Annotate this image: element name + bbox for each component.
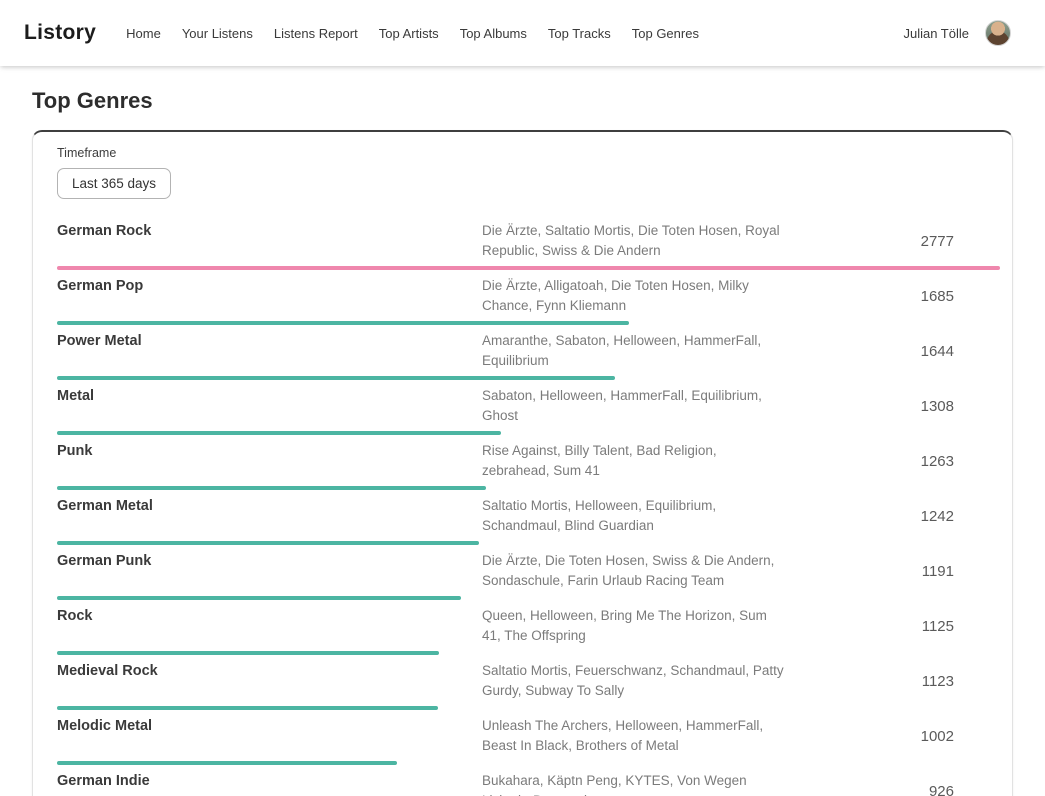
genre-count: 1191 <box>787 563 1000 580</box>
app-logo[interactable]: Listory <box>24 21 96 45</box>
genre-artists: Sabaton, Helloween, HammerFall, Equilibr… <box>482 386 787 426</box>
genre-bar <box>57 486 486 490</box>
genre-name: German Punk <box>57 551 482 571</box>
nav-item-top-tracks[interactable]: Top Tracks <box>548 26 611 41</box>
genre-bar <box>57 376 615 380</box>
user-menu[interactable]: Julian Tölle <box>903 20 1011 46</box>
genre-row: German PunkDie Ärzte, Die Toten Hosen, S… <box>57 551 1000 600</box>
genre-artists: Unleash The Archers, Helloween, HammerFa… <box>482 716 787 756</box>
genre-bar <box>57 651 439 655</box>
genre-artists: Queen, Helloween, Bring Me The Horizon, … <box>482 606 787 646</box>
nav-item-top-genres[interactable]: Top Genres <box>632 26 699 41</box>
genre-row: German IndieBukahara, Käptn Peng, KYTES,… <box>57 771 1000 796</box>
genre-name: Metal <box>57 386 482 406</box>
genre-count: 1002 <box>787 728 1000 745</box>
main-nav: Home Your Listens Listens Report Top Artist… <box>126 26 903 41</box>
genre-artists: Saltatio Mortis, Feuerschwanz, Schandmau… <box>482 661 787 701</box>
genre-row: Power MetalAmaranthe, Sabaton, Helloween… <box>57 331 1000 380</box>
top-genres-card: Timeframe Last 365 days German RockDie Ä… <box>32 130 1013 796</box>
avatar[interactable] <box>985 20 1011 46</box>
nav-item-top-albums[interactable]: Top Albums <box>460 26 527 41</box>
genre-row: Medieval RockSaltatio Mortis, Feuerschwa… <box>57 661 1000 710</box>
genre-artists: Saltatio Mortis, Helloween, Equilibrium,… <box>482 496 787 536</box>
genre-bar <box>57 596 461 600</box>
user-name[interactable]: Julian Tölle <box>903 26 969 41</box>
genre-bar <box>57 706 438 710</box>
genre-list: German RockDie Ärzte, Saltatio Mortis, D… <box>57 221 1000 796</box>
genre-name: Medieval Rock <box>57 661 482 681</box>
genre-bar <box>57 431 501 435</box>
genre-row: German MetalSaltatio Mortis, Helloween, … <box>57 496 1000 545</box>
genre-count: 926 <box>787 783 1000 796</box>
nav-item-top-artists[interactable]: Top Artists <box>379 26 439 41</box>
genre-row: German PopDie Ärzte, Alligatoah, Die Tot… <box>57 276 1000 325</box>
top-nav: Listory Home Your Listens Listens Report To… <box>0 0 1045 66</box>
timeframe-label: Timeframe <box>57 146 1000 160</box>
genre-bar <box>57 321 629 325</box>
genre-count: 2777 <box>787 233 1000 250</box>
genre-artists: Amaranthe, Sabaton, Helloween, HammerFal… <box>482 331 787 371</box>
genre-name: Power Metal <box>57 331 482 351</box>
genre-row: PunkRise Against, Billy Talent, Bad Reli… <box>57 441 1000 490</box>
nav-item-listens-report[interactable]: Listens Report <box>274 26 358 41</box>
page-content: Top Genres Timeframe Last 365 days Germa… <box>0 66 1045 796</box>
genre-name: German Indie <box>57 771 482 791</box>
nav-item-home[interactable]: Home <box>126 26 161 41</box>
page-title: Top Genres <box>32 88 1013 114</box>
genre-name: Melodic Metal <box>57 716 482 736</box>
genre-bar <box>57 761 397 765</box>
genre-name: Rock <box>57 606 482 626</box>
genre-count: 1242 <box>787 508 1000 525</box>
genre-count: 1308 <box>787 398 1000 415</box>
genre-artists: Die Ärzte, Saltatio Mortis, Die Toten Ho… <box>482 221 787 261</box>
genre-bar <box>57 266 1000 270</box>
genre-artists: Die Ärzte, Die Toten Hosen, Swiss & Die … <box>482 551 787 591</box>
genre-count: 1644 <box>787 343 1000 360</box>
timeframe-select[interactable]: Last 365 days <box>57 168 171 199</box>
genre-name: German Rock <box>57 221 482 241</box>
genre-row: MetalSabaton, Helloween, HammerFall, Equ… <box>57 386 1000 435</box>
genre-count: 1125 <box>787 618 1000 635</box>
genre-name: Punk <box>57 441 482 461</box>
genre-row: German RockDie Ärzte, Saltatio Mortis, D… <box>57 221 1000 270</box>
nav-item-your-listens[interactable]: Your Listens <box>182 26 253 41</box>
genre-artists: Die Ärzte, Alligatoah, Die Toten Hosen, … <box>482 276 787 316</box>
genre-name: German Metal <box>57 496 482 516</box>
genre-name: German Pop <box>57 276 482 296</box>
genre-artists: Rise Against, Billy Talent, Bad Religion… <box>482 441 787 481</box>
genre-bar <box>57 541 479 545</box>
genre-count: 1685 <box>787 288 1000 305</box>
genre-row: RockQueen, Helloween, Bring Me The Horiz… <box>57 606 1000 655</box>
genre-count: 1263 <box>787 453 1000 470</box>
genre-count: 1123 <box>787 673 1000 690</box>
genre-artists: Bukahara, Käptn Peng, KYTES, Von Wegen L… <box>482 771 787 796</box>
genre-row: Melodic MetalUnleash The Archers, Hellow… <box>57 716 1000 765</box>
